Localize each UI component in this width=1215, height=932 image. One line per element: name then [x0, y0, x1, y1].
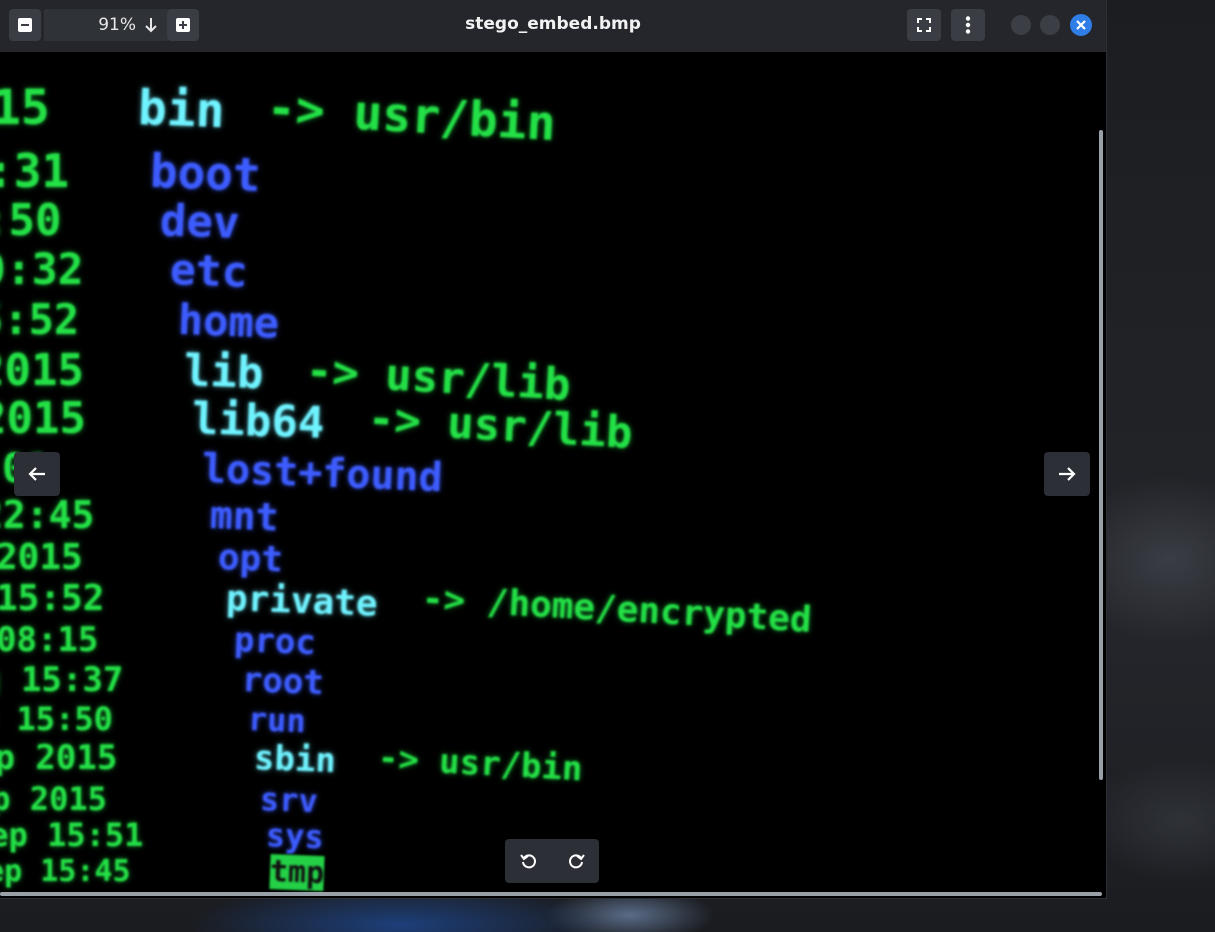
terminal-line: 9:32 etc	[0, 245, 1106, 300]
terminal-filename: run	[247, 700, 307, 741]
rotate-right-icon	[568, 854, 585, 869]
terminal-filename: home	[177, 295, 281, 348]
terminal-symlink-target: -> usr/bin	[265, 80, 558, 153]
terminal-line: ep 2015sbin-> usr/bin	[0, 738, 1106, 789]
terminal-filename: bin	[136, 80, 226, 140]
terminal-filename: proc	[233, 620, 317, 664]
arrow-left-icon	[28, 467, 45, 481]
terminal-filename: srv	[259, 780, 319, 821]
terminal-filename: dev	[159, 195, 241, 250]
previous-image-button[interactable]	[14, 452, 60, 496]
terminal-filename: private	[225, 578, 379, 625]
terminal-time: 9:32	[0, 245, 84, 295]
terminal-time: 2015	[0, 393, 86, 444]
maximize-button[interactable]	[1040, 15, 1060, 35]
terminal-filename: sys	[265, 816, 325, 857]
terminal-line: :01lost+found	[0, 446, 1106, 501]
terminal-time: 2015	[0, 345, 84, 396]
terminal-line: 5:52 home	[0, 295, 1106, 349]
minimize-button[interactable]	[1011, 15, 1031, 35]
rotate-left-button[interactable]	[505, 839, 552, 883]
menu-button[interactable]	[951, 9, 985, 41]
terminal-time: ep 2015	[0, 738, 118, 778]
terminal-time: Sep 15:45	[0, 854, 131, 889]
rotate-right-button[interactable]	[552, 839, 599, 883]
terminal-line: 22:45 mnt	[0, 493, 1106, 543]
terminal-time: 15	[0, 80, 50, 136]
terminal-time: ep 2015	[0, 780, 107, 818]
terminal-time: 15:52	[0, 578, 105, 619]
terminal-line: 15 bin -> usr/bin	[0, 80, 1106, 152]
terminal-time: 08:15	[0, 620, 99, 660]
rotate-toolbar	[505, 839, 599, 883]
terminal-time: 22:45	[0, 493, 95, 537]
terminal-filename: lib	[183, 345, 265, 400]
terminal-filename: lib64	[191, 393, 326, 450]
next-image-button[interactable]	[1044, 452, 1090, 496]
terminal-line: :50 dev	[0, 195, 1106, 251]
terminal-time: 5:52	[0, 295, 80, 344]
arrow-right-icon	[1059, 467, 1076, 481]
image-viewer-window: 91% stego_embed.bmp 15 bin -> usr/bin :31 bo…	[0, 0, 1106, 898]
horizontal-scrollbar[interactable]	[0, 892, 1102, 896]
title-bar: 91% stego_embed.bmp	[0, 0, 1106, 52]
close-icon	[1076, 20, 1086, 30]
terminal-time: Sep 15:51	[0, 816, 144, 854]
terminal-filename: sbin	[253, 738, 337, 782]
fullscreen-icon	[917, 18, 931, 32]
terminal-filename: tmp	[269, 854, 325, 892]
terminal-line: 2015lib64-> usr/lib	[0, 393, 1106, 459]
terminal-time: g 15:37	[0, 660, 124, 700]
terminal-line: 15:52 private -> /home/encrypted	[0, 578, 1106, 641]
rotate-left-icon	[519, 854, 536, 869]
terminal-filename: boot	[148, 144, 262, 203]
terminal-time: p 15:50	[0, 700, 113, 738]
terminal-line: :31 boot	[0, 144, 1106, 202]
kebab-menu-icon	[965, 16, 971, 34]
terminal-filename: mnt	[209, 493, 280, 540]
terminal-filename: opt	[217, 537, 284, 581]
terminal-time: :31	[0, 144, 70, 198]
vertical-scrollbar[interactable]	[1099, 130, 1103, 780]
terminal-time: 2015	[0, 537, 83, 578]
terminal-filename: root	[241, 660, 325, 704]
terminal-filename: etc	[169, 245, 249, 298]
terminal-time: :50	[0, 195, 62, 246]
close-button[interactable]	[1070, 14, 1092, 36]
image-canvas: 15 bin -> usr/bin :31 boot :50 dev 9:32 etc 5:52 h…	[0, 52, 1106, 898]
fullscreen-button[interactable]	[907, 9, 941, 41]
